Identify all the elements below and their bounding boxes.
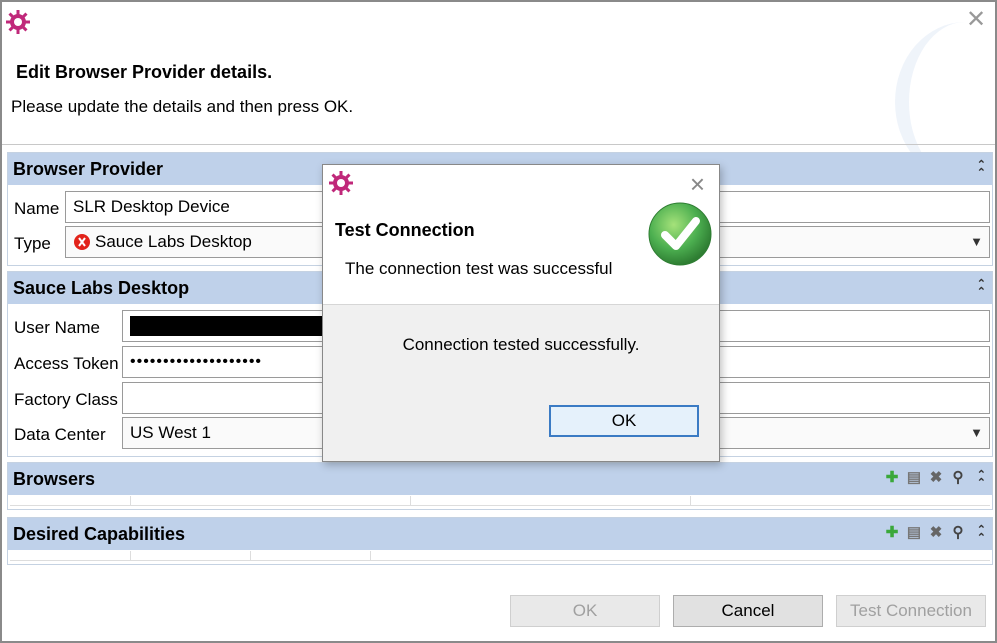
modal-header: × Test Connection The connection test wa…	[323, 165, 719, 305]
collapse-icon[interactable]: ⌃ ⌃	[977, 279, 986, 298]
header-divider	[2, 144, 995, 145]
collapse-icon[interactable]: ⌃ ⌃	[977, 525, 986, 544]
sauce-labs-icon	[74, 234, 90, 250]
capabilities-table[interactable]	[10, 551, 990, 561]
ok-button[interactable]: OK	[510, 595, 660, 627]
data-center-label: Data Center	[14, 425, 106, 444]
modal-ok-button[interactable]: OK	[549, 405, 699, 437]
delete-icon[interactable]: ✖	[928, 469, 944, 487]
dialog-title: Edit Browser Provider details.	[16, 62, 273, 82]
gear-icon	[6, 10, 30, 34]
section-header[interactable]: Browsers ✚ ▤ ✖ ⚲ ⌃ ⌃	[8, 463, 992, 495]
section-title: Sauce Labs Desktop	[13, 277, 190, 298]
data-center-value: US West 1	[130, 423, 211, 442]
cancel-button[interactable]: Cancel	[673, 595, 823, 627]
name-label: Name	[14, 199, 60, 218]
section-title: Browsers	[13, 468, 96, 489]
search-icon[interactable]: ⚲	[950, 469, 966, 487]
check-icon	[648, 202, 712, 266]
access-token-label: Access Token	[14, 354, 119, 373]
access-token-value: ••••••••••••••••••••	[130, 353, 263, 370]
search-icon[interactable]: ⚲	[950, 524, 966, 542]
section-toolbar: ✚ ▤ ✖ ⚲	[884, 524, 966, 542]
delete-icon[interactable]: ✖	[928, 524, 944, 542]
name-value: SLR Desktop Device	[73, 197, 230, 216]
chevron-down-icon[interactable]: ▼	[970, 425, 983, 440]
modal-message: The connection test was successful	[345, 259, 613, 278]
copy-icon[interactable]: ▤	[906, 524, 922, 542]
chevron-down-icon[interactable]: ▼	[970, 234, 983, 249]
section-header[interactable]: Desired Capabilities ✚ ▤ ✖ ⚲ ⌃ ⌃	[8, 518, 992, 550]
gear-icon	[329, 171, 353, 195]
add-icon[interactable]: ✚	[884, 469, 900, 487]
modal-title: Test Connection	[335, 220, 475, 240]
type-value: Sauce Labs Desktop	[95, 232, 252, 251]
redacted-user-name	[130, 316, 330, 336]
browsers-table[interactable]	[10, 496, 990, 506]
factory-class-label: Factory Class	[14, 390, 118, 409]
close-icon[interactable]: ×	[690, 171, 705, 197]
add-icon[interactable]: ✚	[884, 524, 900, 542]
desired-capabilities-section: Desired Capabilities ✚ ▤ ✖ ⚲ ⌃ ⌃	[7, 517, 993, 565]
type-label: Type	[14, 234, 51, 253]
test-connection-button[interactable]: Test Connection	[836, 595, 986, 627]
section-title: Browser Provider	[13, 158, 164, 179]
edit-browser-provider-dialog: ✕ Edit Browser Provider details. Please …	[0, 0, 997, 643]
collapse-icon[interactable]: ⌃ ⌃	[977, 160, 986, 179]
modal-body-text: Connection tested successfully.	[402, 335, 640, 354]
section-toolbar: ✚ ▤ ✖ ⚲	[884, 469, 966, 487]
browsers-section: Browsers ✚ ▤ ✖ ⚲ ⌃ ⌃	[7, 462, 993, 510]
section-title: Desired Capabilities	[13, 523, 186, 544]
copy-icon[interactable]: ▤	[906, 469, 922, 487]
collapse-icon[interactable]: ⌃ ⌃	[977, 470, 986, 489]
test-connection-modal: × Test Connection The connection test wa…	[322, 164, 720, 462]
dialog-subtitle: Please update the details and then press…	[11, 97, 354, 116]
user-name-label: User Name	[14, 318, 100, 337]
